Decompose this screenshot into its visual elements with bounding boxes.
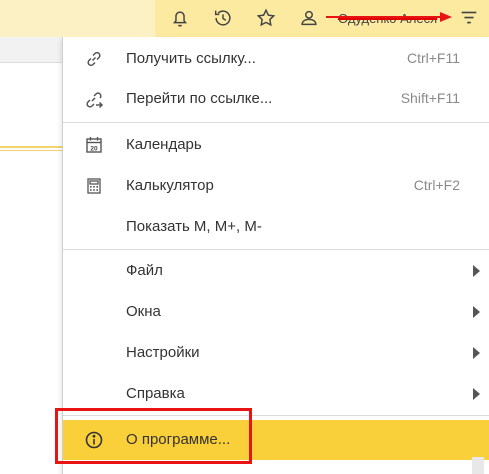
menu-separator — [63, 415, 489, 416]
toolbar-left-area — [0, 0, 155, 37]
menu-item-get-link[interactable]: Получить ссылку... Ctrl+F11 — [63, 39, 489, 79]
menu-item-label: Показать М, М+, М- — [126, 218, 262, 235]
menu-item-windows[interactable]: Окна — [63, 292, 489, 332]
menu-item-shortcut: Ctrl+F2 — [413, 177, 460, 193]
calendar-day: 20 — [90, 145, 98, 152]
menu-item-label: Перейти по ссылке... — [126, 90, 273, 107]
menu-separator — [63, 122, 489, 123]
menu-item-shortcut: Shift+F11 — [400, 90, 460, 106]
menu-item-label: Калькулятор — [126, 177, 214, 194]
calendar-icon: 20 — [83, 134, 105, 156]
top-toolbar: Одуденко Алеся — [0, 0, 489, 38]
menu-item-label: О программе... — [126, 431, 231, 448]
main-menu-dropdown: Получить ссылку... Ctrl+F11 Перейти по с… — [62, 37, 489, 474]
menu-item-shortcut: Ctrl+F11 — [406, 50, 460, 66]
background-divider — [0, 146, 62, 148]
menu-item-file[interactable]: Файл — [63, 251, 489, 291]
link-icon — [83, 48, 105, 70]
background-content — [0, 37, 62, 474]
history-icon[interactable] — [211, 6, 235, 30]
info-icon — [83, 429, 105, 451]
menu-item-goto-link[interactable]: Перейти по ссылке... Shift+F11 — [63, 79, 489, 119]
menu-item-calculator[interactable]: Калькулятор Ctrl+F2 — [63, 166, 489, 206]
bell-icon[interactable] — [168, 6, 192, 30]
menu-item-settings[interactable]: Настройки — [63, 333, 489, 373]
menu-item-about[interactable]: О программе... — [63, 420, 489, 460]
menu-item-label: Календарь — [126, 136, 202, 153]
hamburger-icon[interactable] — [457, 6, 481, 30]
goto-link-icon — [83, 88, 105, 110]
menu-item-help[interactable]: Справка — [63, 374, 489, 414]
submenu-arrow-icon — [473, 306, 480, 318]
menu-item-show-memory[interactable]: Показать М, М+, М- — [63, 207, 489, 247]
submenu-arrow-icon — [473, 388, 480, 400]
user-icon[interactable] — [297, 6, 321, 30]
menu-separator — [63, 249, 489, 250]
menu-item-label: Файл — [126, 262, 163, 279]
star-icon[interactable] — [254, 6, 278, 30]
background-divider — [0, 150, 62, 151]
red-arrow-annotation — [326, 12, 452, 22]
submenu-arrow-icon — [473, 265, 480, 277]
menu-item-label: Окна — [126, 303, 161, 320]
menu-item-label: Получить ссылку... — [126, 50, 256, 67]
menu-item-calendar[interactable]: 20 Календарь — [63, 125, 489, 165]
background-tabbar — [0, 37, 62, 63]
menu-item-label: Настройки — [126, 344, 200, 361]
menu-item-label: Справка — [126, 385, 185, 402]
scrollbar[interactable] — [472, 457, 484, 474]
submenu-arrow-icon — [473, 347, 480, 359]
calculator-icon — [83, 175, 105, 197]
